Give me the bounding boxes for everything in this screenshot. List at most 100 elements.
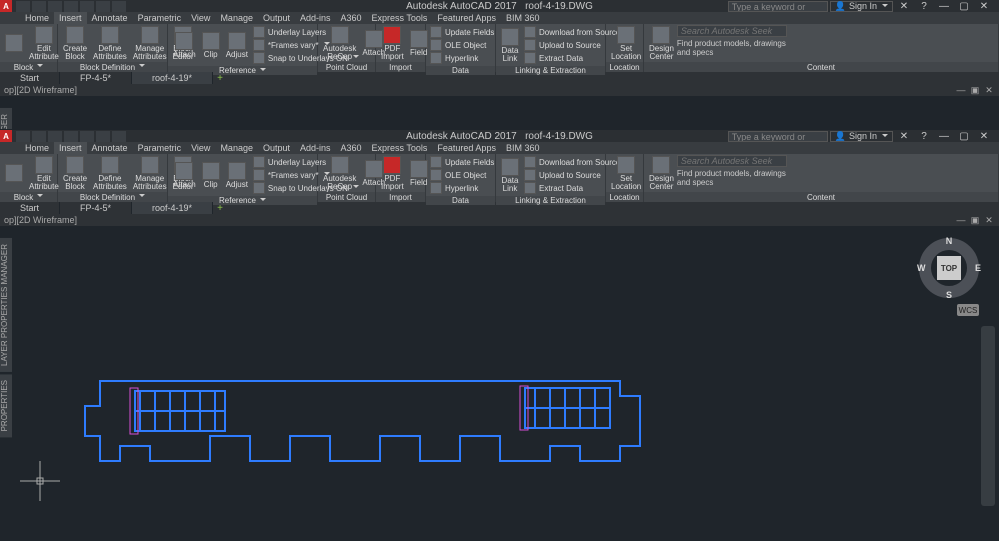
- compass-w[interactable]: W: [917, 263, 926, 273]
- autodesk-seek-input[interactable]: [677, 155, 787, 167]
- layer-manager-tab[interactable]: LAYER PROPERTIES MANAGER: [0, 238, 12, 372]
- manage-attributes-button[interactable]: Manage Attributes: [130, 25, 170, 61]
- help-search-input[interactable]: Type a keyword or phrase: [728, 131, 828, 142]
- vp-close-button[interactable]: ✕: [983, 85, 995, 95]
- app-icon[interactable]: A: [0, 0, 12, 12]
- doc-tab-roof[interactable]: roof-4-19*: [132, 202, 213, 214]
- compass-s[interactable]: S: [946, 290, 952, 300]
- update-fields-button[interactable]: Update Fields: [430, 26, 494, 38]
- qat-redo-icon[interactable]: [112, 1, 126, 12]
- attach-button[interactable]: Attach: [170, 155, 199, 195]
- doc-tab-fp[interactable]: FP-4-5*: [60, 202, 132, 214]
- adjust-button[interactable]: Adjust: [223, 155, 251, 195]
- tab-featured[interactable]: Featured Apps: [432, 12, 501, 24]
- tab-express[interactable]: Express Tools: [367, 142, 433, 154]
- qat-redo-icon[interactable]: [112, 131, 126, 142]
- tab-home[interactable]: Home: [20, 12, 54, 24]
- vp-close-button[interactable]: ✕: [983, 215, 995, 225]
- data-link-button[interactable]: Data Link: [498, 155, 522, 195]
- qat-new-icon[interactable]: [16, 131, 30, 142]
- qat-save-icon[interactable]: [48, 131, 62, 142]
- tab-annotate[interactable]: Annotate: [87, 12, 133, 24]
- tab-output[interactable]: Output: [258, 142, 295, 154]
- qat-saveas-icon[interactable]: [64, 1, 78, 12]
- doc-tab-start[interactable]: Start: [0, 72, 60, 84]
- navigation-bar[interactable]: [981, 326, 995, 506]
- vp-minimize-button[interactable]: —: [955, 215, 967, 225]
- recap-button[interactable]: Autodesk ReCap: [320, 155, 359, 191]
- maximize-button[interactable]: ▢: [955, 131, 973, 142]
- qat-plot-icon[interactable]: [80, 131, 94, 142]
- qat-plot-icon[interactable]: [80, 1, 94, 12]
- define-attributes-button[interactable]: Define Attributes: [90, 155, 130, 191]
- vp-minimize-button[interactable]: —: [955, 85, 967, 95]
- signin-button[interactable]: 👤Sign In: [830, 1, 893, 12]
- layer-manager-tab[interactable]: LAYER PROPERTIES MANAGER: [0, 108, 12, 129]
- tab-a360[interactable]: A360: [336, 12, 367, 24]
- exchange-icon[interactable]: ✕: [895, 1, 913, 12]
- tab-featured[interactable]: Featured Apps: [432, 142, 501, 154]
- drawing-canvas[interactable]: LAYER PROPERTIES MANAGER PROPERTIES TOP …: [0, 226, 999, 541]
- set-location-button[interactable]: Set Location: [608, 155, 644, 191]
- vp-restore-button[interactable]: ▣: [969, 215, 981, 225]
- qat-saveas-icon[interactable]: [64, 131, 78, 142]
- wcs-badge[interactable]: WCS: [957, 304, 979, 316]
- minimize-button[interactable]: —: [935, 131, 953, 142]
- help-search-input[interactable]: Type a keyword or phrase: [728, 1, 828, 12]
- qat-save-icon[interactable]: [48, 1, 62, 12]
- design-center-button[interactable]: Design Center: [646, 25, 677, 61]
- doc-tab-start[interactable]: Start: [0, 202, 60, 214]
- tab-addins[interactable]: Add-ins: [295, 142, 336, 154]
- attach-button[interactable]: Attach: [170, 25, 199, 65]
- create-block-button[interactable]: Create Block: [60, 25, 90, 61]
- tab-insert[interactable]: Insert: [54, 12, 87, 24]
- drawing-canvas[interactable]: LAYER PROPERTIES MANAGER: [0, 96, 999, 129]
- tab-home[interactable]: Home: [20, 142, 54, 154]
- viewport-label[interactable]: op][2D Wireframe]: [4, 85, 77, 95]
- ole-object-button[interactable]: OLE Object: [430, 39, 494, 51]
- signin-button[interactable]: 👤Sign In: [830, 131, 893, 142]
- properties-tab[interactable]: PROPERTIES: [0, 374, 12, 437]
- app-icon[interactable]: A: [0, 130, 12, 142]
- tab-output[interactable]: Output: [258, 12, 295, 24]
- design-center-button[interactable]: Design Center: [646, 155, 677, 191]
- help-icon[interactable]: ?: [915, 1, 933, 12]
- recap-button[interactable]: Autodesk ReCap: [320, 25, 359, 61]
- new-doc-tab-button[interactable]: +: [213, 203, 227, 214]
- compass-e[interactable]: E: [975, 263, 981, 273]
- pdf-import-button[interactable]: PDF Import: [378, 25, 407, 61]
- adjust-button[interactable]: Adjust: [223, 25, 251, 65]
- hyperlink-button[interactable]: Hyperlink: [430, 52, 494, 64]
- doc-tab-roof[interactable]: roof-4-19*: [132, 72, 213, 84]
- vp-restore-button[interactable]: ▣: [969, 85, 981, 95]
- new-doc-tab-button[interactable]: +: [213, 73, 227, 84]
- maximize-button[interactable]: ▢: [955, 1, 973, 12]
- define-attributes-button[interactable]: Define Attributes: [90, 25, 130, 61]
- minimize-button[interactable]: —: [935, 1, 953, 12]
- ole-object-button[interactable]: OLE Object: [430, 169, 494, 181]
- tab-parametric[interactable]: Parametric: [133, 12, 187, 24]
- help-icon[interactable]: ?: [915, 131, 933, 142]
- insert-block-button[interactable]: [2, 25, 26, 61]
- update-fields-button[interactable]: Update Fields: [430, 156, 494, 168]
- close-button[interactable]: ✕: [975, 131, 993, 142]
- tab-a360[interactable]: A360: [336, 142, 367, 154]
- qat-open-icon[interactable]: [32, 1, 46, 12]
- tab-express[interactable]: Express Tools: [367, 12, 433, 24]
- view-cube[interactable]: TOP N S E W: [919, 238, 979, 298]
- tab-annotate[interactable]: Annotate: [87, 142, 133, 154]
- exchange-icon[interactable]: ✕: [895, 131, 913, 142]
- tab-manage[interactable]: Manage: [215, 142, 258, 154]
- qat-open-icon[interactable]: [32, 131, 46, 142]
- insert-block-button[interactable]: [2, 155, 26, 191]
- autodesk-seek-input[interactable]: [677, 25, 787, 37]
- edit-attribute-button[interactable]: Edit Attribute: [26, 25, 62, 61]
- create-block-button[interactable]: Create Block: [60, 155, 90, 191]
- compass-n[interactable]: N: [946, 236, 953, 246]
- tab-bim360[interactable]: BIM 360: [501, 142, 545, 154]
- viewcube-top-face[interactable]: TOP: [937, 256, 961, 280]
- tab-view[interactable]: View: [186, 12, 215, 24]
- close-button[interactable]: ✕: [975, 1, 993, 12]
- doc-tab-fp[interactable]: FP-4-5*: [60, 72, 132, 84]
- data-link-button[interactable]: Data Link: [498, 25, 522, 65]
